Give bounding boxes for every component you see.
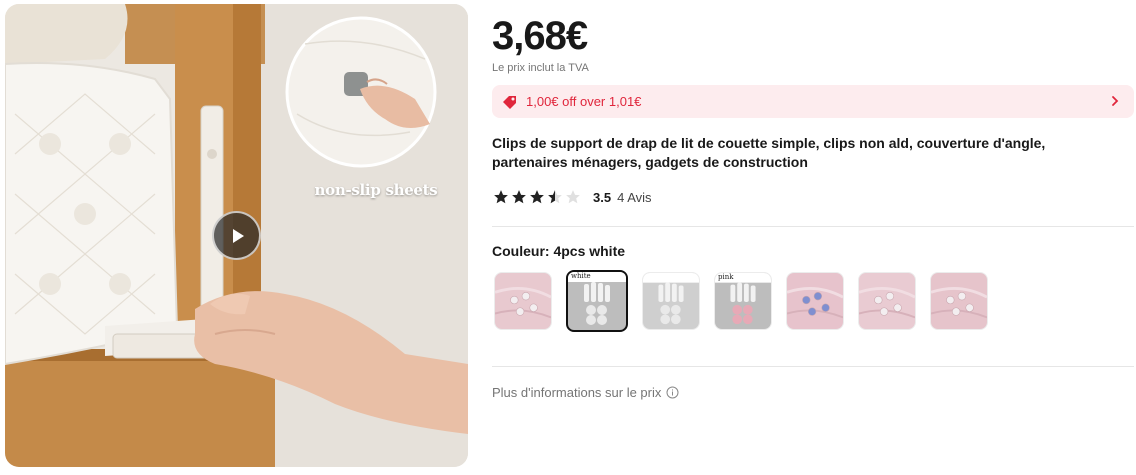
- play-icon: [232, 228, 244, 243]
- info-icon: [666, 386, 679, 399]
- swatch-label: white: [571, 272, 591, 280]
- color-swatch[interactable]: [786, 272, 844, 330]
- price-info-text: Plus d'informations sur le prix: [492, 385, 662, 400]
- color-swatch[interactable]: [642, 272, 700, 330]
- product-title: Clips de support de drap de lit de couet…: [492, 134, 1092, 172]
- swatch-thumbnail: [715, 273, 771, 325]
- color-swatch[interactable]: white: [566, 270, 628, 332]
- vat-note: Le prix inclut la TVA: [492, 62, 589, 74]
- star-icon: [530, 190, 544, 204]
- swatch-thumbnail: [495, 287, 551, 319]
- star-icon: [566, 190, 580, 204]
- color-swatch[interactable]: [494, 272, 552, 330]
- star-icon: [548, 190, 562, 204]
- color-label: Couleur: 4pcs white: [492, 243, 626, 259]
- media-caption: non-slip sheets: [314, 181, 438, 199]
- swatch-thumbnail: [568, 272, 626, 325]
- star-icon: [512, 190, 526, 204]
- swatch-thumbnail: [859, 287, 915, 319]
- review-count: 4 Avis: [617, 189, 652, 205]
- product-price: 3,68€: [492, 14, 588, 58]
- star-icon: [494, 190, 508, 204]
- coupon-text: 1,00€ off over 1,01€: [526, 94, 642, 109]
- rating-summary[interactable]: 3.5 4 Avis: [493, 189, 652, 205]
- swatch-thumbnail: [643, 273, 699, 325]
- divider: [492, 366, 1134, 367]
- price-info-link[interactable]: Plus d'informations sur le prix: [492, 385, 679, 400]
- product-title-line-2: partenaires ménagers, gadgets de constru…: [492, 154, 808, 170]
- rating-stars: [493, 189, 581, 205]
- color-swatch[interactable]: [930, 272, 988, 330]
- coupon-tag-icon: [503, 95, 516, 109]
- chevron-right-icon: [1112, 96, 1119, 106]
- rating-score: 3.5: [593, 189, 612, 205]
- swatch-label: pink: [718, 273, 734, 281]
- product-image[interactable]: non-slip sheets: [5, 4, 468, 467]
- product-title-line-1: Clips de support de drap de lit de couet…: [492, 135, 1046, 151]
- divider: [492, 226, 1134, 227]
- color-swatch-list: white pink: [494, 270, 988, 332]
- swatch-thumbnail: [787, 287, 843, 319]
- color-swatch[interactable]: [858, 272, 916, 330]
- swatch-thumbnail: [931, 287, 987, 319]
- play-video-button[interactable]: [212, 211, 261, 260]
- color-swatch[interactable]: pink: [714, 272, 772, 330]
- coupon-banner[interactable]: 1,00€ off over 1,01€: [492, 85, 1134, 118]
